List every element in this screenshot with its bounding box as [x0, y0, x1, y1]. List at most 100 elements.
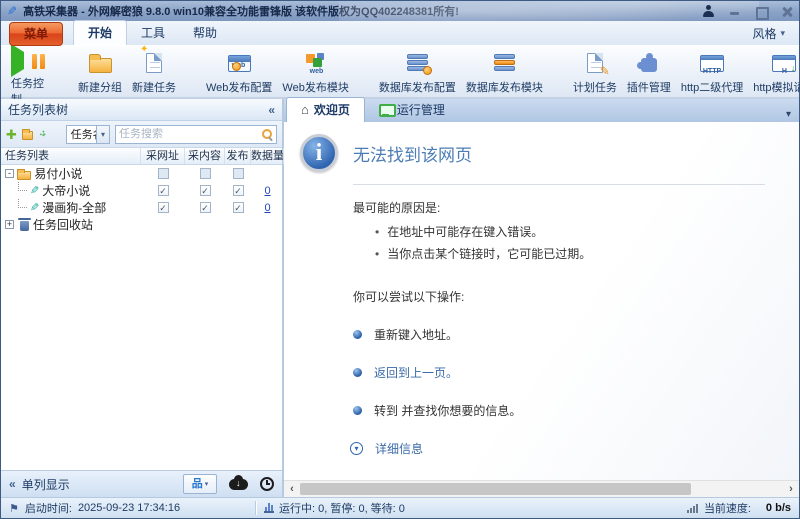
minimize-button[interactable]: [729, 6, 741, 17]
collapse-footer-icon[interactable]: [9, 475, 16, 493]
scroll-right-icon[interactable]: [783, 481, 799, 497]
task-search-input[interactable]: [119, 128, 261, 140]
main-area: 任务列表树 ✚ 任务名 任务列表 采网址 采内容 发: [1, 99, 799, 497]
data-count-link[interactable]: 0: [264, 185, 270, 197]
plugin-manage-button[interactable]: 插件管理: [622, 50, 676, 96]
new-task-button[interactable]: 新建任务: [127, 50, 181, 96]
ribbon: 任务控制 新建分组 新建任务 web Web发布配置 web Web发布模块: [1, 45, 799, 99]
horizontal-scrollbar[interactable]: [284, 480, 799, 497]
http-proxy-button[interactable]: HTTP http二级代理: [676, 50, 748, 96]
web-publish-config-button[interactable]: web Web发布配置: [201, 50, 277, 96]
checkbox-collect-url[interactable]: [158, 185, 169, 196]
maximize-button[interactable]: [755, 6, 767, 17]
view-mode-button[interactable]: 品: [183, 474, 217, 494]
tab-overflow-icon[interactable]: [786, 104, 791, 122]
http-request-icon: H↓: [772, 55, 796, 72]
speed-label: 当前速度:: [704, 500, 751, 516]
checkbox-collect-url[interactable]: [158, 202, 169, 213]
status-separator: [255, 501, 256, 515]
checkbox-collect-content[interactable]: [200, 202, 211, 213]
tree-row-task[interactable]: ✎漫画狗-全部 0: [1, 199, 282, 216]
ribbon-group-task-control: 任务控制: [1, 46, 63, 97]
action-item: 返回到上一页。: [353, 364, 765, 381]
tab-run-management-label: 运行管理: [397, 101, 445, 118]
new-group-button[interactable]: 新建分组: [73, 50, 127, 96]
action-item: 详细信息: [353, 440, 765, 457]
collapse-expander-icon[interactable]: -: [5, 169, 14, 178]
recycle-bin-label: 任务回收站: [33, 216, 93, 233]
clock-icon[interactable]: [260, 477, 274, 491]
signal-bars-icon: [687, 504, 698, 513]
back-link[interactable]: 返回到上一页。: [374, 364, 458, 381]
col-task-list[interactable]: 任务列表: [1, 148, 141, 164]
group-folder-icon: [17, 171, 31, 180]
user-account-icon[interactable]: [702, 5, 715, 17]
run-stats-text: 运行中: 0, 暂停: 0, 等待: 0: [279, 500, 405, 516]
db-publish-config-button[interactable]: 数据库发布配置: [374, 50, 461, 96]
collapse-panel-icon[interactable]: [268, 101, 275, 119]
checkbox-collect-content[interactable]: [200, 168, 211, 179]
filter-field-dropdown[interactable]: 任务名: [66, 125, 110, 144]
tab-welcome[interactable]: 欢迎页: [286, 97, 365, 122]
task-tree: - 易付小说 ✎大帝小说 0 ✎漫画狗-全部: [1, 165, 282, 470]
task-tree-header: 任务列表树: [1, 99, 282, 121]
task-tree-footer: 单列显示 品: [1, 470, 282, 497]
tree-row-task[interactable]: ✎大帝小说 0: [1, 182, 282, 199]
checkbox-collect-url[interactable]: [158, 168, 169, 179]
bullet-icon: [375, 247, 379, 261]
start-time-value: 2025-09-23 17:34:16: [78, 502, 180, 514]
checkbox-publish[interactable]: [233, 202, 244, 213]
col-collect-url[interactable]: 采网址: [141, 148, 185, 164]
scrollbar-thumb[interactable]: [300, 483, 691, 495]
http-request-button[interactable]: H↓ http模拟请求: [748, 50, 800, 96]
checkbox-publish[interactable]: [233, 168, 244, 179]
col-data-count[interactable]: 数据量: [251, 148, 284, 164]
checkbox-collect-content[interactable]: [200, 185, 211, 196]
window-title: 高铁采集器 - 外网解密狼 9.8.0 win10兼容全功能雷锋版 该软件版权为…: [23, 3, 459, 19]
details-link[interactable]: 详细信息: [375, 440, 423, 457]
expand-all-icon[interactable]: [38, 128, 47, 140]
error-page-title: 无法找到该网页: [353, 141, 472, 166]
add-icon[interactable]: ✚: [6, 128, 17, 141]
menu-button[interactable]: 菜单: [9, 22, 63, 46]
tab-help[interactable]: 帮助: [179, 21, 231, 45]
col-collect-content[interactable]: 采内容: [185, 148, 225, 164]
schedule-task-button[interactable]: ✎ 计划任务: [568, 50, 622, 96]
tab-start[interactable]: 开始: [73, 20, 127, 45]
causes-heading: 最可能的原因是:: [353, 199, 765, 216]
start-time-label: 启动时间:: [25, 500, 72, 516]
start-task-button[interactable]: [11, 52, 24, 70]
tab-run-management[interactable]: 运行管理: [365, 98, 459, 122]
divider: [353, 184, 765, 185]
chevron-down-icon[interactable]: [96, 126, 109, 143]
task-search-box: [115, 125, 277, 144]
data-count-link[interactable]: 0: [264, 202, 270, 214]
close-button[interactable]: [781, 6, 793, 17]
chart-bars-icon: [264, 503, 274, 513]
task-label: 大帝小说: [42, 182, 90, 199]
task-table-header: 任务列表 采网址 采内容 发布 数据量: [1, 148, 282, 165]
scroll-left-icon[interactable]: [284, 481, 300, 497]
tab-tools[interactable]: 工具: [127, 21, 179, 45]
cloud-download-icon[interactable]: [229, 479, 248, 490]
search-icon[interactable]: [261, 128, 273, 140]
cause-text: 在地址中可能存在键入错误。: [387, 223, 543, 240]
folder-icon[interactable]: [22, 131, 33, 140]
pause-icon: [32, 54, 45, 69]
pause-task-button[interactable]: [32, 54, 45, 69]
style-dropdown-button[interactable]: 风格: [752, 25, 785, 42]
tree-row-group[interactable]: - 易付小说: [1, 165, 282, 182]
recycle-bin-icon: [20, 221, 29, 231]
ribbon-group-database: 数据库发布配置 数据库发布模块: [364, 46, 558, 97]
expand-expander-icon[interactable]: +: [5, 220, 14, 229]
tree-row-recycle-bin[interactable]: + 任务回收站: [1, 216, 282, 233]
web-publish-module-button[interactable]: web Web发布模块: [277, 50, 353, 96]
task-tree-panel: 任务列表树 ✚ 任务名 任务列表 采网址 采内容 发: [1, 99, 284, 497]
col-publish[interactable]: 发布: [225, 148, 251, 164]
task-icon: ✎: [30, 184, 39, 197]
db-publish-module-button[interactable]: 数据库发布模块: [461, 50, 548, 96]
info-icon: [300, 134, 338, 172]
checkbox-publish[interactable]: [233, 185, 244, 196]
new-task-doc-icon: [146, 53, 162, 73]
expand-details-icon[interactable]: [350, 442, 363, 455]
